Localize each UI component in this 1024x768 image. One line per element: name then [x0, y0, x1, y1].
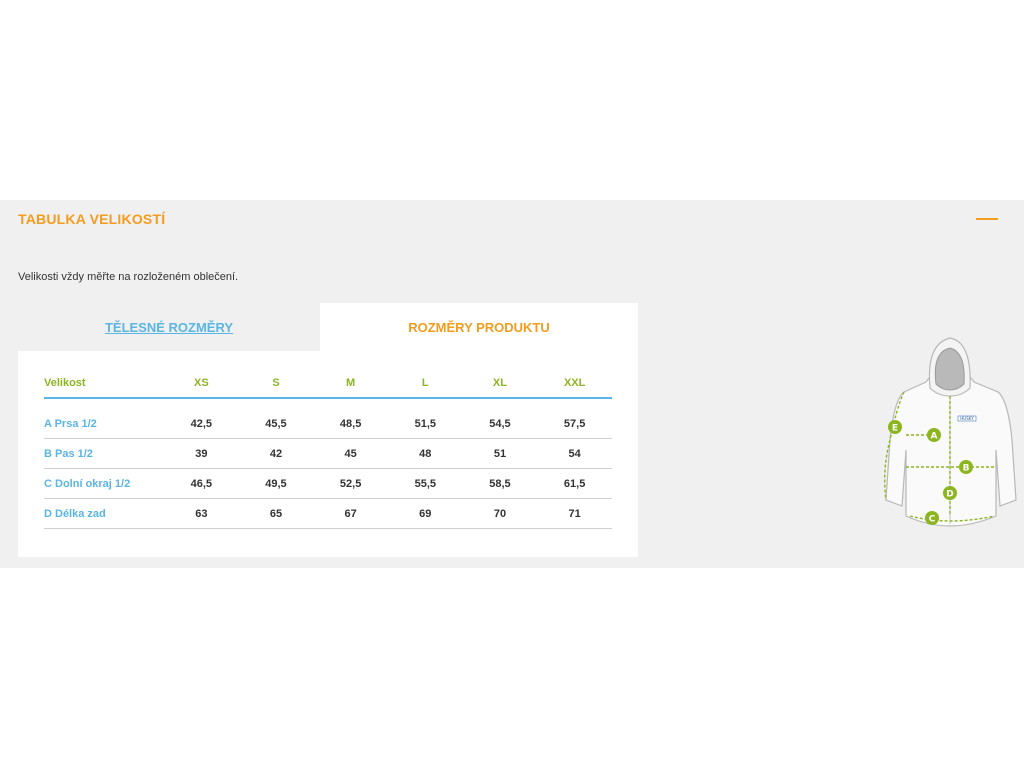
tab-product-measurements[interactable]: ROZMĚRY PRODUKTU — [320, 303, 638, 351]
svg-text:D: D — [946, 490, 953, 500]
header-m: M — [313, 369, 388, 399]
marker-d: D — [943, 486, 957, 500]
header-l: L — [387, 369, 463, 399]
row-label: D Délka zad — [44, 498, 164, 529]
header-xxl: XXL — [537, 369, 612, 399]
header-xs: XS — [164, 369, 239, 399]
table-cell: 42 — [238, 438, 314, 469]
logo-text: HUSKY — [960, 416, 974, 421]
table-header-row: Velikost XS S M L XL XXL — [44, 369, 612, 399]
table-cell: 52,5 — [313, 468, 388, 499]
row-label: A Prsa 1/2 — [44, 409, 164, 439]
marker-b: B — [959, 460, 973, 474]
table-cell: 49,5 — [238, 468, 314, 499]
table-cell: 51,5 — [387, 409, 463, 439]
row-label: B Pas 1/2 — [44, 438, 164, 469]
table-cell: 69 — [387, 498, 463, 529]
section-title: TABULKA VELIKOSTÍ — [18, 211, 166, 227]
header-s: S — [238, 369, 314, 399]
row-label: C Dolní okraj 1/2 — [44, 468, 164, 499]
table-cell: 46,5 — [164, 468, 239, 499]
tab-body-measurements[interactable]: TĚLESNÉ ROZMĚRY — [18, 303, 320, 351]
table-row: A Prsa 1/2 42,5 45,5 48,5 51,5 54,5 57,5 — [44, 409, 612, 439]
size-table: Velikost XS S M L XL XXL A Prsa 1/2 42,5… — [44, 369, 612, 529]
marker-e: E — [888, 420, 902, 434]
table-cell: 67 — [313, 498, 388, 529]
table-row: B Pas 1/2 39 42 45 48 51 54 — [44, 438, 612, 469]
marker-a: A — [927, 428, 941, 442]
table-cell: 55,5 — [387, 468, 463, 499]
svg-text:E: E — [892, 424, 898, 434]
table-cell: 58,5 — [462, 468, 538, 499]
svg-text:B: B — [963, 464, 970, 474]
table-cell: 42,5 — [164, 409, 239, 439]
table-cell: 45 — [313, 438, 388, 469]
minus-icon — [976, 218, 998, 220]
table-cell: 63 — [164, 498, 239, 529]
table-cell: 48 — [387, 438, 463, 469]
table-cell: 54,5 — [462, 409, 538, 439]
table-row: C Dolní okraj 1/2 46,5 49,5 52,5 55,5 58… — [44, 468, 612, 499]
table-cell: 71 — [537, 498, 612, 529]
table-cell: 61,5 — [537, 468, 612, 499]
table-cell: 45,5 — [238, 409, 314, 439]
table-cell: 57,5 — [537, 409, 612, 439]
jacket-measurement-diagram: HUSKY A B C D E — [883, 337, 1017, 527]
table-cell: 48,5 — [313, 409, 388, 439]
header-size: Velikost — [44, 369, 164, 399]
svg-text:C: C — [929, 515, 936, 525]
table-row: D Délka zad 63 65 67 69 70 71 — [44, 498, 612, 529]
marker-c: C — [925, 511, 939, 525]
size-table-card: Velikost XS S M L XL XXL A Prsa 1/2 42,5… — [18, 351, 638, 557]
header-xl: XL — [462, 369, 538, 399]
collapse-button[interactable] — [974, 208, 1000, 230]
table-cell: 70 — [462, 498, 538, 529]
table-cell: 65 — [238, 498, 314, 529]
table-cell: 54 — [537, 438, 612, 469]
table-cell: 51 — [462, 438, 538, 469]
table-cell: 39 — [164, 438, 239, 469]
svg-text:A: A — [931, 432, 938, 442]
measure-note: Velikosti vždy měřte na rozloženém obleč… — [18, 271, 239, 283]
size-chart-panel: TABULKA VELIKOSTÍ Velikosti vždy měřte n… — [0, 200, 1024, 568]
